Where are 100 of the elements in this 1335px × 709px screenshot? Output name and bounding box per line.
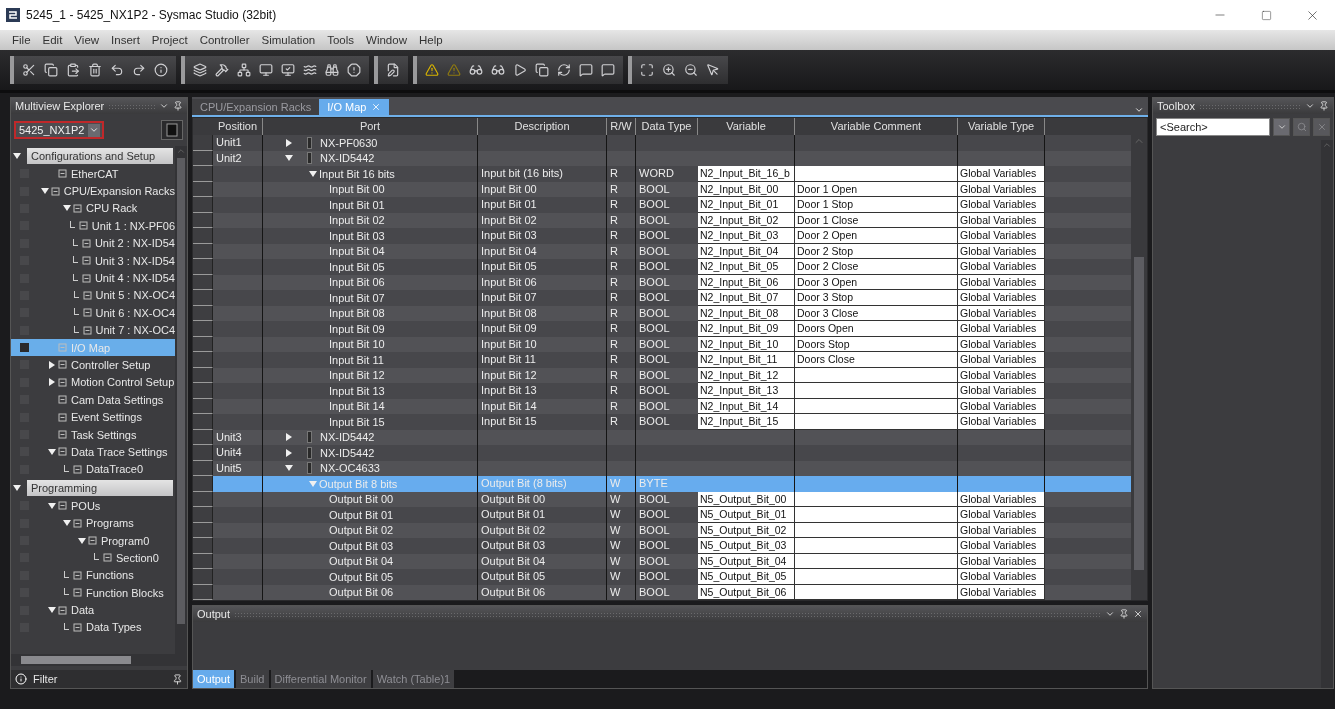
menu-item[interactable]: File: [6, 34, 37, 46]
redo-icon[interactable]: [132, 63, 146, 77]
menu-item[interactable]: Insert: [105, 34, 146, 46]
variable-type-field[interactable]: Global Variables: [958, 197, 1045, 213]
variable-field[interactable]: N5_Output_Bit_01: [698, 507, 795, 523]
dropdown-icon[interactable]: [1105, 609, 1115, 619]
variable-type-field[interactable]: Global Variables: [958, 352, 1045, 368]
row-header[interactable]: [193, 569, 213, 585]
undo-icon[interactable]: [110, 63, 124, 77]
tree-item[interactable]: CPU Rack: [11, 199, 175, 218]
comment-field[interactable]: Doors Close: [795, 352, 958, 368]
menu-item[interactable]: Help: [412, 34, 449, 46]
comment-field[interactable]: [795, 383, 958, 399]
menu-item[interactable]: Window: [360, 34, 413, 46]
zoom-out-icon[interactable]: [684, 63, 698, 77]
pointer-icon[interactable]: [706, 63, 720, 77]
message-icon[interactable]: [579, 63, 593, 77]
row-header[interactable]: [193, 538, 213, 554]
pin-icon[interactable]: [1119, 609, 1129, 619]
network-icon[interactable]: [237, 63, 251, 77]
variable-field[interactable]: N2_Input_Bit_07: [698, 290, 795, 306]
copy-icon[interactable]: [44, 63, 58, 77]
variable-type-field[interactable]: Global Variables: [958, 321, 1045, 337]
row-header[interactable]: [193, 445, 213, 461]
zoom-in-icon[interactable]: [662, 63, 676, 77]
variable-field[interactable]: N2_Input_Bit_05: [698, 259, 795, 275]
expander-icon[interactable]: [78, 536, 86, 545]
tree-item[interactable]: Unit 2 : NX-ID54: [11, 234, 175, 252]
tree-item[interactable]: Data: [11, 601, 175, 619]
variable-type-field[interactable]: Global Variables: [958, 414, 1045, 430]
info-icon[interactable]: [154, 63, 168, 77]
row-header[interactable]: [193, 414, 213, 430]
tree-item[interactable]: Data Types: [11, 618, 175, 637]
variable-field[interactable]: N2_Input_Bit_09: [698, 321, 795, 337]
trash-icon[interactable]: [88, 63, 102, 77]
device-dropdown[interactable]: 5425_NX1P2: [14, 121, 105, 139]
row-header[interactable]: [193, 228, 213, 244]
variable-field[interactable]: N2_Input_Bit_15: [698, 414, 795, 430]
comment-field[interactable]: Door 3 Stop: [795, 290, 958, 306]
edit-icon[interactable]: [386, 63, 400, 77]
menu-item[interactable]: View: [68, 34, 106, 46]
tree-item[interactable]: CPU/Expansion Racks: [11, 182, 175, 200]
comment-field[interactable]: [795, 166, 958, 182]
expander-icon[interactable]: [13, 483, 21, 492]
close-icon[interactable]: [1133, 609, 1143, 619]
tree-item[interactable]: Task Settings: [11, 425, 175, 444]
dropdown-icon[interactable]: [1305, 101, 1315, 111]
row-header[interactable]: [193, 321, 213, 337]
menu-item[interactable]: Controller: [193, 34, 256, 46]
comment-field[interactable]: Door 2 Open: [795, 228, 958, 244]
expander-icon[interactable]: [63, 519, 71, 528]
copy-icon[interactable]: [535, 63, 549, 77]
tree-item[interactable]: Controller Setup: [11, 356, 175, 374]
row-header[interactable]: [193, 290, 213, 306]
search-field[interactable]: <Search>: [1156, 118, 1270, 136]
variable-field[interactable]: N2_Input_Bit_03: [698, 228, 795, 244]
expander-icon[interactable]: [285, 433, 293, 442]
paste-icon[interactable]: [66, 63, 80, 77]
tree-item[interactable]: Unit 4 : NX-ID54: [11, 269, 175, 287]
variable-type-field[interactable]: Global Variables: [958, 507, 1045, 523]
alert-icon[interactable]: [347, 63, 361, 77]
tree-item[interactable]: Section0: [11, 549, 175, 567]
message-icon[interactable]: [601, 63, 615, 77]
expander-icon[interactable]: [48, 501, 56, 510]
comment-field[interactable]: [795, 507, 958, 523]
row-header[interactable]: [193, 352, 213, 368]
glasses-icon[interactable]: [469, 63, 483, 77]
variable-field[interactable]: N5_Output_Bit_05: [698, 569, 795, 585]
comment-field[interactable]: Door 1 Stop: [795, 197, 958, 213]
expander-icon[interactable]: [48, 361, 56, 369]
tree-item[interactable]: Unit 3 : NX-ID54: [11, 251, 175, 270]
menu-item[interactable]: Edit: [36, 34, 69, 46]
expander-icon[interactable]: [63, 204, 71, 213]
waves-icon[interactable]: [303, 63, 317, 77]
tree-item[interactable]: Functions: [11, 566, 175, 584]
expander-icon[interactable]: [285, 464, 293, 473]
menu-item[interactable]: Project: [145, 34, 194, 46]
expander-icon[interactable]: [285, 448, 293, 457]
variable-type-field[interactable]: Global Variables: [958, 383, 1045, 399]
row-header[interactable]: [193, 507, 213, 523]
variable-field[interactable]: N2_Input_Bit_13: [698, 383, 795, 399]
row-header[interactable]: [193, 135, 213, 151]
frame-icon[interactable]: [640, 63, 654, 77]
menu-item[interactable]: Tools: [321, 34, 361, 46]
scissors-icon[interactable]: [22, 63, 36, 77]
comment-field[interactable]: [795, 569, 958, 585]
dropdown-icon[interactable]: [1134, 105, 1144, 115]
tree-item[interactable]: Data Trace Settings: [11, 443, 175, 461]
tree-item[interactable]: Programs: [11, 514, 175, 532]
scrollbar[interactable]: [1131, 135, 1147, 600]
document-tab[interactable]: CPU/Expansion Racks: [192, 99, 320, 115]
expander-icon[interactable]: [285, 154, 293, 163]
variable-type-field[interactable]: Global Variables: [958, 166, 1045, 182]
horizontal-scrollbar[interactable]: [11, 654, 187, 666]
expander-icon[interactable]: [48, 606, 56, 615]
tree-item[interactable]: Cam Data Settings: [11, 391, 175, 409]
variable-type-field[interactable]: Global Variables: [958, 228, 1045, 244]
tree-item[interactable]: Function Blocks: [11, 584, 175, 602]
pin-icon[interactable]: [1319, 101, 1329, 111]
variable-type-field[interactable]: Global Variables: [958, 538, 1045, 554]
